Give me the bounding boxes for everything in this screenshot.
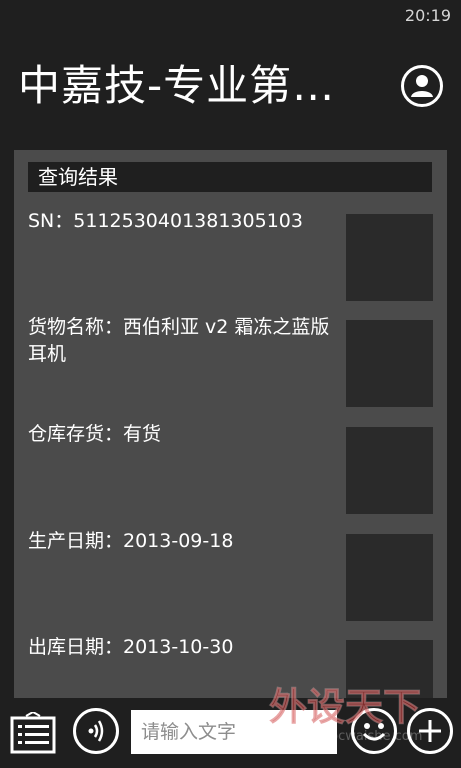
- emoji-button[interactable]: [351, 708, 397, 754]
- message-input[interactable]: [131, 710, 337, 754]
- page-title: 中嘉技-专业第…: [18, 61, 336, 110]
- result-row-production-date: 生产日期：2013-09-18: [28, 530, 234, 552]
- thumbnail: [346, 214, 433, 301]
- result-row-sn: SN：5112530401381305103: [28, 210, 303, 232]
- menu-button[interactable]: [10, 710, 56, 754]
- plus-icon: [419, 720, 441, 742]
- result-row-name: 货物名称：西伯利亚 v2 霜冻之蓝版 耳机: [28, 316, 330, 365]
- voice-button[interactable]: [73, 708, 119, 754]
- add-button[interactable]: [407, 708, 453, 754]
- result-header: 查询结果: [28, 162, 432, 192]
- profile-button[interactable]: [401, 65, 443, 107]
- status-bar: 20:19: [0, 0, 461, 32]
- status-time: 20:19: [404, 6, 451, 25]
- thumbnail: [346, 320, 433, 407]
- voice-icon: [88, 720, 104, 742]
- result-row-stock: 仓库存货：有货: [28, 423, 162, 445]
- result-row-outbound-date: 出库日期：2013-10-30: [28, 636, 234, 658]
- smiley-icon: [362, 723, 386, 741]
- result-heading: 查询结果: [38, 165, 118, 189]
- app-bar: [0, 698, 461, 768]
- thumbnail: [346, 427, 433, 514]
- screen: 20:19 中嘉技-专业第… 查询结果 SN：51125304013813051…: [0, 0, 461, 768]
- person-icon: [411, 75, 433, 97]
- thumbnail: [346, 534, 433, 621]
- menu-list-icon: [10, 710, 56, 754]
- result-panel: 查询结果 SN：5112530401381305103 货物名称：西伯利亚 v2…: [14, 150, 447, 710]
